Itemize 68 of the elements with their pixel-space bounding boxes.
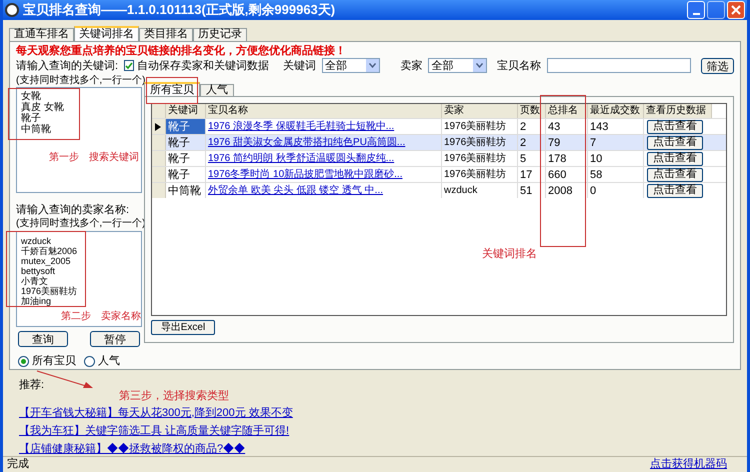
- seller-dropdown[interactable]: 全部: [428, 58, 487, 74]
- tab[interactable]: 直通车排名: [9, 28, 74, 40]
- promo-link[interactable]: 【店铺健康秘籍】◆◆拯救被降权的商品?◆◆: [19, 442, 246, 456]
- view-button[interactable]: 点击查看: [647, 120, 703, 134]
- column-header[interactable]: 总排名: [546, 104, 588, 118]
- export-button[interactable]: 导出Excel: [151, 320, 215, 335]
- view-button[interactable]: 点击查看: [647, 136, 703, 150]
- filter-button[interactable]: 筛选: [700, 58, 734, 74]
- close-button[interactable]: [727, 0, 745, 19]
- item-name-field[interactable]: [546, 58, 691, 74]
- table-cell: 中筒靴: [166, 183, 206, 198]
- checkbox[interactable]: [124, 60, 134, 72]
- step-two-annotation: 第二步 卖家名称: [61, 312, 141, 322]
- table-cell: wzduck: [442, 183, 518, 198]
- status-text: 完成: [7, 456, 29, 472]
- view-button[interactable]: 点击查看: [647, 184, 703, 198]
- column-header[interactable]: 查看历史数据: [644, 104, 712, 118]
- step-three-annotation: 第三步，选择搜索类型: [119, 390, 229, 402]
- tab[interactable]: 关键词排名: [74, 26, 139, 40]
- highlight-frame: [146, 77, 198, 104]
- tab[interactable]: 所有宝贝: [144, 82, 200, 96]
- app-icon: [5, 2, 19, 17]
- item-link[interactable]: 外贸余单 欧美 尖头 低跟 镂空 透气 中...: [206, 183, 442, 198]
- row-pointer-icon: [155, 122, 161, 130]
- column-header[interactable]: 页数: [518, 104, 546, 118]
- seller-prompt: 请输入查询的卖家名称:: [16, 203, 130, 217]
- annotation-text: 关键词排名: [482, 246, 537, 262]
- minimize-button[interactable]: [687, 0, 705, 19]
- radio-label: 所有宝贝: [32, 354, 76, 369]
- dropdown-value: 全部: [431, 58, 454, 74]
- machine-code-link[interactable]: 点击获得机器码: [650, 456, 727, 472]
- tab[interactable]: 历史记录: [193, 28, 247, 40]
- radio-label: 人气: [98, 354, 120, 369]
- minimize-icon: [692, 12, 700, 15]
- radio-button[interactable]: [18, 356, 29, 367]
- keyword-textarea[interactable]: 女靴 真皮 女靴 靴子 中筒靴 第一步 搜索关键词: [16, 87, 142, 193]
- item-name-label: 宝贝名称: [496, 58, 541, 74]
- maximize-button[interactable]: [707, 0, 725, 19]
- column-header[interactable]: 宝贝名称: [206, 104, 442, 118]
- view-button[interactable]: 点击查看: [647, 168, 703, 182]
- notice-text: 每天观察您重点培养的宝贝链接的排名变化，方便您优化商品链接！: [16, 44, 347, 58]
- column-header[interactable]: 卖家: [442, 104, 518, 118]
- highlight-frame: [8, 88, 80, 140]
- recommend-label: 推荐:: [19, 378, 44, 392]
- table-cell: 0: [588, 183, 644, 198]
- close-icon: [731, 4, 741, 15]
- pause-button[interactable]: 暂停: [90, 331, 140, 347]
- tab[interactable]: 类目排名: [139, 28, 193, 40]
- column-header[interactable]: 关键词: [166, 104, 206, 118]
- view-button[interactable]: 点击查看: [647, 152, 703, 166]
- dropdown-value: 全部: [325, 58, 348, 74]
- keyword-prompt: 请输入查询的关键词:: [16, 58, 118, 74]
- column-header[interactable]: 最近成交数: [588, 104, 644, 118]
- table-cell: 靴子: [166, 119, 206, 134]
- window-title: 宝贝排名查询——1.1.0.101113(正式版,剩余999963天): [23, 1, 336, 19]
- checkbox-label: 自动保存卖家和关键词数据: [137, 58, 270, 74]
- table-cell: 51: [518, 183, 546, 198]
- seller-textarea[interactable]: wzduck 千娇百魅2006 mutex_2005 bettysoft 小青文 1976美丽鞋坊 加油ing 第二步 卖家名称: [16, 231, 142, 327]
- radio-button[interactable]: [84, 356, 95, 367]
- query-button[interactable]: 查询: [18, 331, 68, 347]
- table-cell: 2008: [546, 183, 588, 198]
- promo-link[interactable]: 【开车省钱大秘籍】每天从花300元,降到200元 效果不变: [19, 406, 293, 420]
- keyword-dropdown[interactable]: 全部: [322, 58, 380, 74]
- tab[interactable]: 人气: [200, 84, 234, 96]
- keyword-label: 关键词: [283, 58, 316, 74]
- promo-link[interactable]: 【我为车狂】关键字筛选工具 让高质量关键字随手可得!: [19, 424, 290, 438]
- step-one-annotation: 第一步 搜索关键词: [49, 152, 139, 163]
- seller-label: 卖家: [400, 58, 422, 74]
